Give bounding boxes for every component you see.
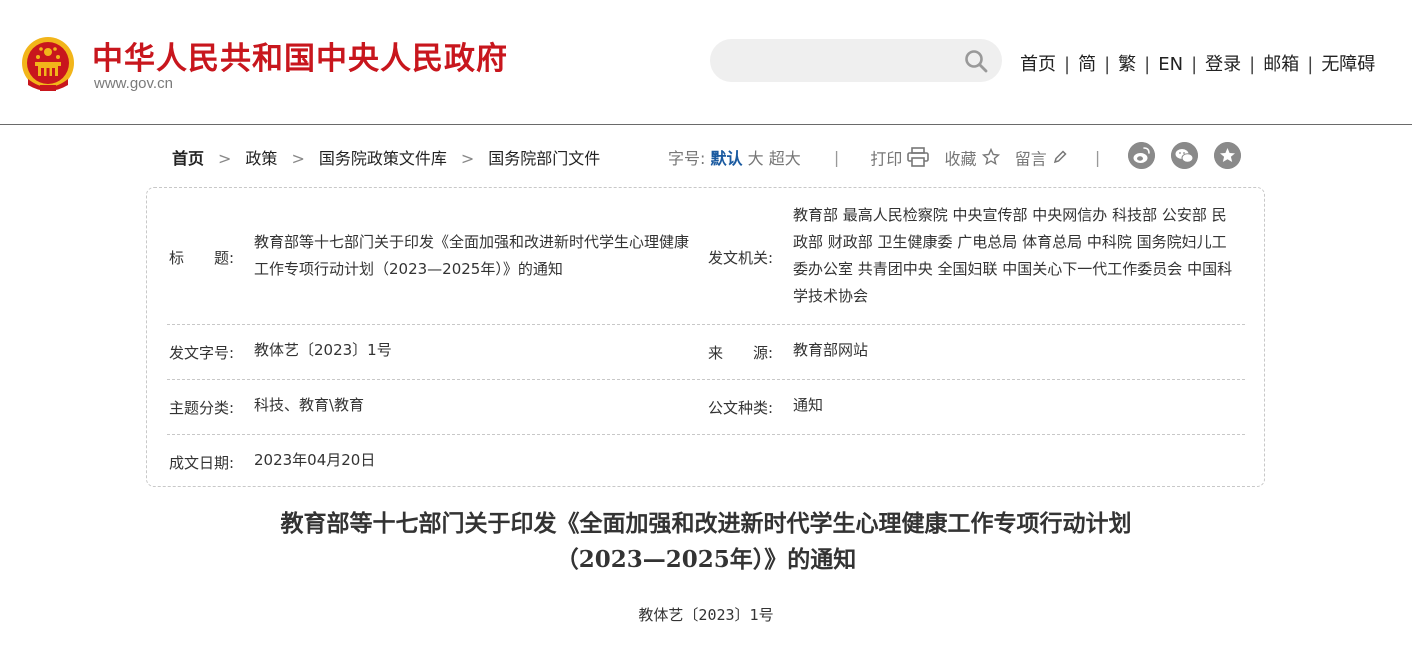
topic-value: 科技、教育\教育 [254,396,365,414]
favorite-button[interactable]: 收藏 [944,147,1000,168]
doc-type-label: 公文种类: [708,399,774,417]
font-size-xlarge-button[interactable]: 超大 [769,149,801,168]
article-title-line-1: 教育部等十七部门关于印发《全面加强和改进新时代学生心理健康工作专项行动计划 [280,510,1132,537]
article-title-line-2: （2023—2025年）》的通知 [555,546,857,573]
source-value: 教育部网站 [793,341,869,359]
issuer-label: 发文机关: [708,249,774,267]
article-title: 教育部等十七部门关于印发《全面加强和改进新时代学生心理健康工作专项行动计划 （2… [0,506,1412,578]
site-title[interactable]: 中华人民共和国中央人民政府 [92,33,508,78]
star-outline-icon [981,147,1000,166]
doc-number-value: 教体艺〔2023〕1号 [254,341,392,359]
row-divider [167,324,1245,325]
nav-simplified[interactable]: 简 [1078,54,1096,75]
favorite-star-icon[interactable] [1214,142,1241,169]
top-nav: 首页 | 简 | 繁 | EN | 登录 | 邮箱 | 无障碍 [1020,54,1376,75]
breadcrumb-policy-library[interactable]: 国务院政策文件库 [319,149,447,168]
site-url[interactable]: www.gov.cn [94,75,173,92]
source-label: 来 源: [708,344,774,362]
doc-number-label: 发文字号: [169,344,235,362]
search-icon[interactable] [964,49,988,73]
nav-accessibility[interactable]: 无障碍 [1321,54,1375,75]
issuer-value: 教育部 最高人民检察院 中央宣传部 中央网信办 科技部 公安部 民政部 财政部 … [793,206,1233,305]
comment-label: 留言 [1014,149,1047,168]
font-size-large-button[interactable]: 大 [748,149,764,168]
weibo-icon[interactable] [1128,142,1155,169]
wechat-icon[interactable] [1171,142,1198,169]
chevron-right-icon: > [291,149,305,168]
site-header: 中华人民共和国中央人民政府 www.gov.cn 首页 | 简 | 繁 | EN | 登录 | 邮箱… [0,0,1412,125]
date-label: 成文日期: [169,454,235,472]
nav-home[interactable]: 首页 [1020,54,1056,75]
printer-icon [907,147,930,167]
print-label: 打印 [870,149,903,168]
breadcrumb-department-docs[interactable]: 国务院部门文件 [488,149,600,168]
breadcrumb-home[interactable]: 首页 [172,149,204,168]
title-value: 教育部等十七部门关于印发《全面加强和改进新时代学生心理健康工作专项行动计划（20… [254,233,690,278]
article-doc-number: 教体艺〔2023〕1号 [638,606,774,624]
print-button[interactable]: 打印 [870,147,930,168]
doc-type-value: 通知 [793,396,824,414]
chevron-right-icon: > [460,149,475,168]
date-value: 2023年04月20日 [254,451,376,469]
row-divider [167,379,1245,380]
comment-button[interactable]: 留言 [1014,147,1068,168]
nav-login[interactable]: 登录 [1205,54,1241,75]
font-size-default-button[interactable]: 默认 [711,149,743,168]
chevron-right-icon: > [218,149,232,168]
font-size-label: 字号: [668,149,706,168]
row-divider [167,434,1245,435]
divider: | [833,147,840,167]
nav-mail[interactable]: 邮箱 [1263,54,1299,75]
favorite-label: 收藏 [944,149,977,168]
breadcrumb-policy[interactable]: 政策 [245,149,277,168]
document-info-box: 标 题: 教育部等十七部门关于印发《全面加强和改进新时代学生心理健康工作专项行动… [146,187,1265,487]
breadcrumb: 首页 > 政策 > 国务院政策文件库 > 国务院部门文件 [172,145,600,169]
topic-label: 主题分类: [169,399,235,417]
national-emblem-icon[interactable] [20,35,76,93]
title-label: 标 题: [169,249,235,267]
search-bar[interactable] [710,39,1002,82]
nav-english[interactable]: EN [1158,54,1183,75]
divider: | [1094,147,1101,167]
pencil-icon [1053,150,1067,164]
nav-traditional[interactable]: 繁 [1118,54,1136,75]
article-tools: 字号: 默认 大 超大 | 打印 收藏 留言 | [668,145,1101,168]
